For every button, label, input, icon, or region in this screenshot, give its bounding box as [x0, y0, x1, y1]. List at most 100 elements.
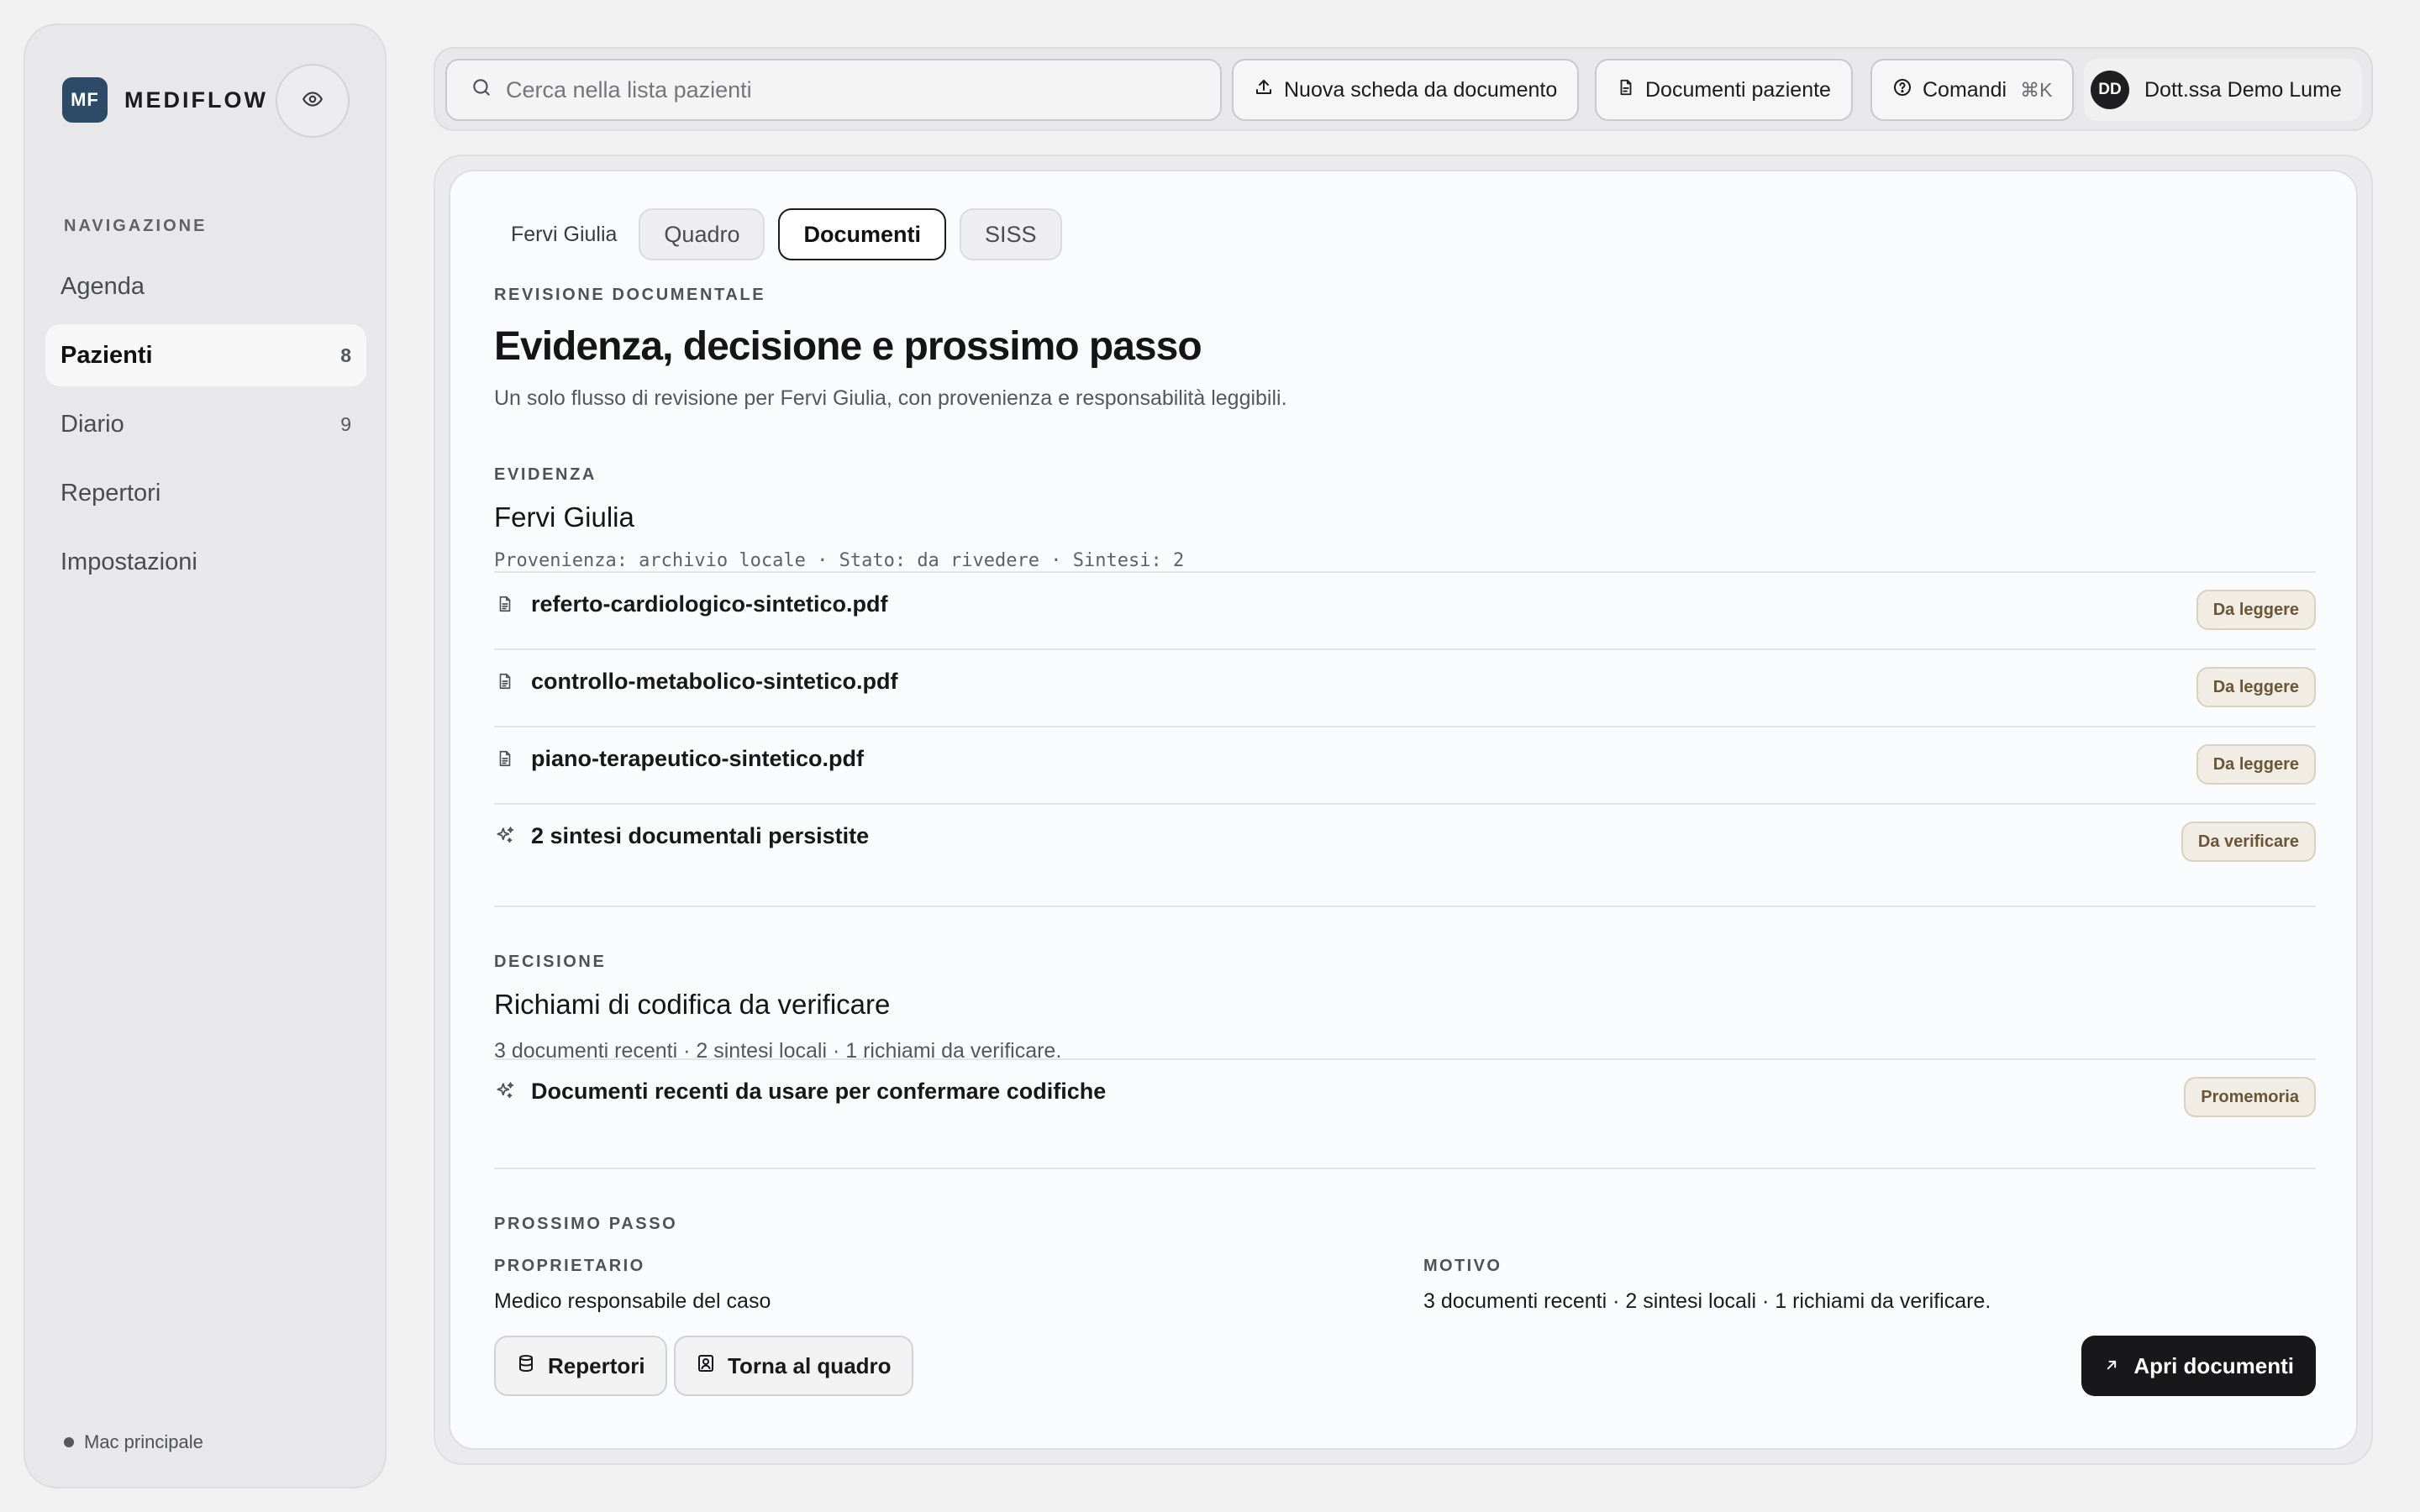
owner-value: Medico responsabile del caso: [494, 1289, 771, 1313]
commands-button[interactable]: Comandi ⌘K: [1870, 59, 2075, 121]
sidebar-item-pazienti[interactable]: Pazienti 8: [45, 324, 366, 386]
next-step-section: PROSSIMO PASSO: [494, 1215, 2316, 1234]
sparkles-icon: [494, 1079, 516, 1104]
document-name: piano-terapeutico-sintetico.pdf: [531, 746, 865, 771]
document-name: referto-cardiologico-sintetico.pdf: [531, 591, 888, 617]
section-divider: [494, 906, 2316, 907]
sidebar: MF MEDIFLOW NAVIGAZIONE Agenda Pazienti …: [24, 24, 387, 1488]
status-badge: Da leggere: [2196, 667, 2316, 707]
document-name: controllo-metabolico-sintetico.pdf: [531, 669, 898, 694]
user-menu-button[interactable]: DD Dott.ssa Demo Lume: [2084, 59, 2362, 121]
tab-siss[interactable]: SISS: [960, 208, 1062, 260]
patient-name-label: Fervi Giulia: [511, 222, 618, 246]
button-label: Apri documenti: [2133, 1352, 2294, 1378]
contact-card-icon: [696, 1353, 728, 1379]
app-name: MEDIFLOW: [124, 87, 268, 113]
page-subtitle: Un solo flusso di revisione per Fervi Gi…: [494, 386, 1287, 410]
decision-section: DECISIONE Richiami di codifica da verifi…: [494, 953, 2316, 1063]
search-icon: [471, 76, 506, 104]
document-icon: [494, 669, 516, 694]
main-panel: Fervi Giulia Quadro Documenti SISS REVIS…: [434, 155, 2373, 1465]
action-bar: Repertori Torna al quadro Apri documenti: [494, 1336, 2316, 1396]
page-title: Evidenza, decisione e prossimo passo: [494, 324, 1202, 369]
sidebar-item-count: 8: [340, 344, 351, 366]
back-to-overview-button[interactable]: Torna al quadro: [674, 1336, 913, 1396]
sidebar-item-label: Agenda: [60, 272, 145, 300]
list-item[interactable]: referto-cardiologico-sintetico.pdf Da le…: [494, 571, 2316, 648]
search-placeholder: Cerca nella lista pazienti: [506, 76, 752, 102]
tab-quadro[interactable]: Quadro: [639, 208, 765, 260]
list-item[interactable]: controllo-metabolico-sintetico.pdf Da le…: [494, 648, 2316, 726]
upload-icon: [1254, 77, 1284, 103]
reason-label: MOTIVO: [1423, 1257, 1502, 1275]
evidence-section: EVIDENZA Fervi Giulia Provenienza: archi…: [494, 465, 2316, 571]
device-label: Mac principale: [84, 1431, 203, 1452]
document-icon: [494, 591, 516, 617]
device-status: Mac principale: [64, 1431, 203, 1453]
button-label: Comandi: [1923, 77, 2007, 102]
next-step-fields: PROPRIETARIO Medico responsabile del cas…: [494, 1257, 2316, 1324]
sidebar-item-count: 9: [340, 412, 351, 435]
section-eyebrow: EVIDENZA: [494, 465, 597, 484]
help-circle-icon: [1892, 77, 1923, 103]
document-icon: [494, 746, 516, 771]
search-input[interactable]: Cerca nella lista pazienti: [445, 59, 1222, 121]
section-eyebrow: REVISIONE DOCUMENTALE: [494, 286, 766, 304]
button-label: Nuova scheda da documento: [1284, 77, 1558, 102]
brand[interactable]: MF MEDIFLOW: [62, 77, 268, 123]
patient-documents-button[interactable]: Documenti paziente: [1595, 59, 1853, 121]
reason-value: 3 documenti recenti · 2 sintesi locali ·…: [1423, 1289, 1991, 1313]
privacy-toggle-button[interactable]: [276, 64, 350, 138]
status-badge: Promemoria: [2184, 1077, 2316, 1117]
button-label: Documenti paziente: [1645, 77, 1831, 102]
shortcut-hint: ⌘K: [2020, 78, 2053, 101]
user-name: Dott.ssa Demo Lume: [2144, 77, 2342, 102]
reason-field: MOTIVO 3 documenti recenti · 2 sintesi l…: [1423, 1257, 1991, 1314]
status-badge: Da leggere: [2196, 744, 2316, 785]
status-badge: Da leggere: [2196, 590, 2316, 630]
sparkles-icon: [494, 823, 516, 848]
avatar: DD: [2091, 71, 2129, 109]
owner-field: PROPRIETARIO Medico responsabile del cas…: [494, 1257, 771, 1314]
tab-documenti[interactable]: Documenti: [778, 208, 946, 260]
eye-icon: [302, 88, 324, 114]
summary-label: 2 sintesi documentali persistite: [531, 823, 870, 848]
reminder-label: Documenti recenti da usare per confermar…: [531, 1079, 1107, 1104]
open-documents-button[interactable]: Apri documenti: [2081, 1336, 2316, 1396]
document-review-card: Fervi Giulia Quadro Documenti SISS REVIS…: [449, 170, 2358, 1450]
evidence-list: referto-cardiologico-sintetico.pdf Da le…: [494, 571, 2316, 907]
section-title: Fervi Giulia: [494, 501, 634, 533]
file-icon: [1617, 77, 1645, 103]
app-logo: MF: [62, 77, 108, 123]
section-eyebrow: DECISIONE: [494, 953, 607, 971]
top-bar: Cerca nella lista pazienti Nuova scheda …: [434, 47, 2373, 131]
status-badge: Da verificare: [2181, 822, 2316, 862]
evidence-meta: Provenienza: archivio locale · Stato: da…: [494, 550, 1185, 571]
section-divider: [494, 1168, 2316, 1169]
sidebar-nav: Agenda Pazienti 8 Diario 9 Repertori Imp…: [45, 255, 366, 600]
review-header: REVISIONE DOCUMENTALE Evidenza, decision…: [494, 286, 2316, 411]
status-dot-icon: [64, 1437, 74, 1447]
section-eyebrow: PROSSIMO PASSO: [494, 1215, 678, 1233]
button-label: Torna al quadro: [728, 1352, 892, 1378]
list-item[interactable]: piano-terapeutico-sintetico.pdf Da legge…: [494, 726, 2316, 803]
section-title: Richiami di codifica da verificare: [494, 989, 891, 1020]
button-label: Repertori: [548, 1352, 645, 1378]
repertori-button[interactable]: Repertori: [494, 1336, 667, 1396]
nav-heading: NAVIGAZIONE: [64, 217, 208, 235]
arrow-up-right-icon: [2103, 1353, 2133, 1379]
decision-list: Documenti recenti da usare per confermar…: [494, 1058, 2316, 1142]
sidebar-item-label: Repertori: [60, 479, 161, 507]
sidebar-item-label: Pazienti: [60, 341, 153, 369]
sidebar-item-impostazioni[interactable]: Impostazioni: [45, 531, 366, 593]
database-icon: [516, 1353, 548, 1379]
sidebar-item-diario[interactable]: Diario 9: [45, 393, 366, 455]
sidebar-item-agenda[interactable]: Agenda: [45, 255, 366, 318]
sidebar-item-repertori[interactable]: Repertori: [45, 462, 366, 524]
patient-tabs: Fervi Giulia Quadro Documenti SISS: [494, 208, 1076, 260]
list-item[interactable]: Documenti recenti da usare per confermar…: [494, 1058, 2316, 1136]
new-document-sheet-button[interactable]: Nuova scheda da documento: [1232, 59, 1580, 121]
owner-label: PROPRIETARIO: [494, 1257, 645, 1275]
list-item[interactable]: 2 sintesi documentali persistite Da veri…: [494, 803, 2316, 880]
sidebar-item-label: Impostazioni: [60, 548, 197, 575]
